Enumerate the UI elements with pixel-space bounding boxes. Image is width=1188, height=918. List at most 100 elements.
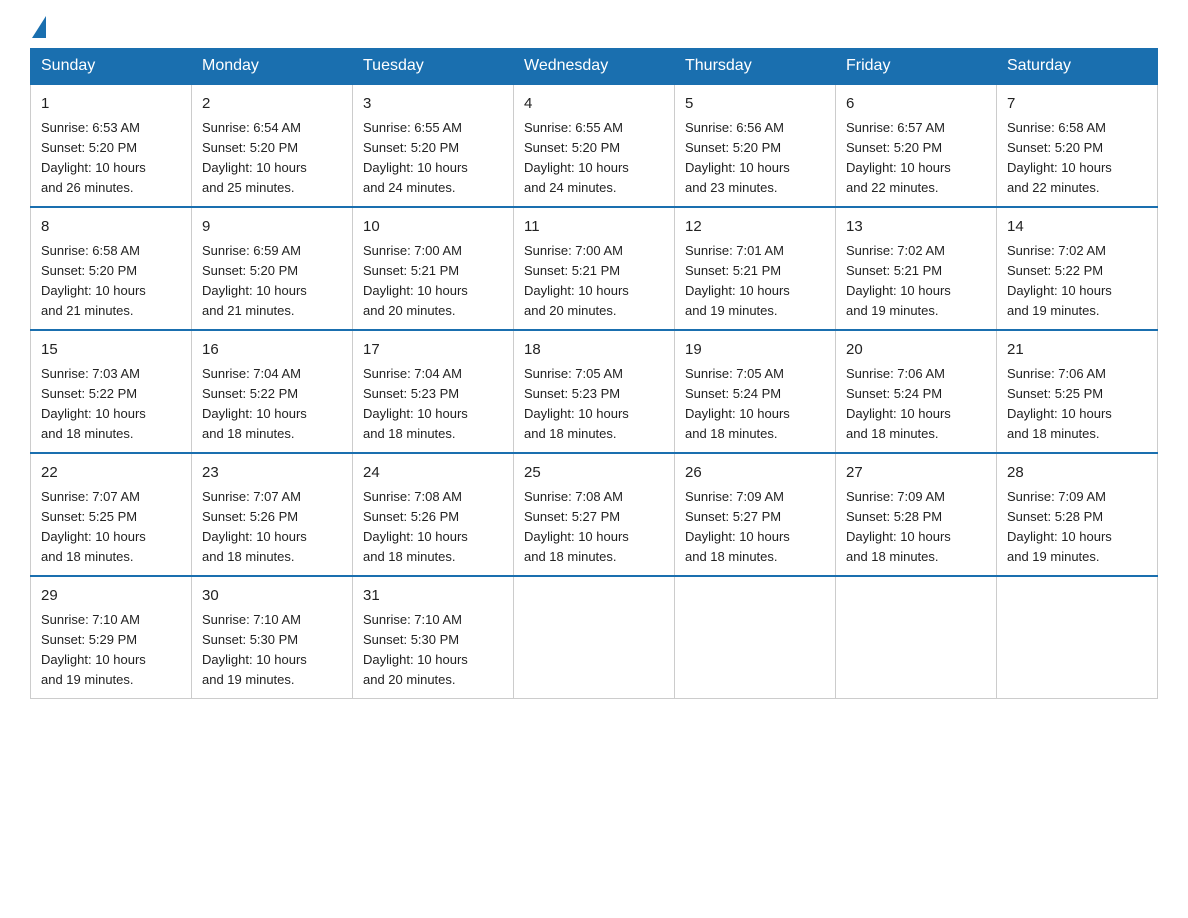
day-info: Sunrise: 7:07 AMSunset: 5:25 PMDaylight:… [41, 487, 181, 568]
calendar-cell: 5 Sunrise: 6:56 AMSunset: 5:20 PMDayligh… [675, 84, 836, 207]
day-number: 21 [1007, 339, 1147, 362]
day-number: 17 [363, 339, 503, 362]
day-info: Sunrise: 7:00 AMSunset: 5:21 PMDaylight:… [363, 241, 503, 322]
day-info: Sunrise: 6:57 AMSunset: 5:20 PMDaylight:… [846, 118, 986, 199]
day-info: Sunrise: 7:02 AMSunset: 5:21 PMDaylight:… [846, 241, 986, 322]
calendar-cell: 2 Sunrise: 6:54 AMSunset: 5:20 PMDayligh… [192, 84, 353, 207]
day-number: 23 [202, 462, 342, 485]
calendar-cell: 26 Sunrise: 7:09 AMSunset: 5:27 PMDaylig… [675, 453, 836, 576]
day-number: 18 [524, 339, 664, 362]
calendar-header-row: SundayMondayTuesdayWednesdayThursdayFrid… [31, 49, 1158, 85]
calendar-cell: 27 Sunrise: 7:09 AMSunset: 5:28 PMDaylig… [836, 453, 997, 576]
calendar-cell: 4 Sunrise: 6:55 AMSunset: 5:20 PMDayligh… [514, 84, 675, 207]
calendar-cell [997, 576, 1158, 699]
day-number: 31 [363, 585, 503, 608]
calendar-cell: 31 Sunrise: 7:10 AMSunset: 5:30 PMDaylig… [353, 576, 514, 699]
calendar-cell: 22 Sunrise: 7:07 AMSunset: 5:25 PMDaylig… [31, 453, 192, 576]
header-day-tuesday: Tuesday [353, 49, 514, 85]
header-day-thursday: Thursday [675, 49, 836, 85]
day-number: 27 [846, 462, 986, 485]
calendar-cell: 18 Sunrise: 7:05 AMSunset: 5:23 PMDaylig… [514, 330, 675, 453]
calendar-cell: 15 Sunrise: 7:03 AMSunset: 5:22 PMDaylig… [31, 330, 192, 453]
day-info: Sunrise: 6:53 AMSunset: 5:20 PMDaylight:… [41, 118, 181, 199]
day-info: Sunrise: 6:54 AMSunset: 5:20 PMDaylight:… [202, 118, 342, 199]
calendar-week-row: 1 Sunrise: 6:53 AMSunset: 5:20 PMDayligh… [31, 84, 1158, 207]
day-number: 6 [846, 93, 986, 116]
day-number: 15 [41, 339, 181, 362]
header-day-friday: Friday [836, 49, 997, 85]
calendar-cell: 19 Sunrise: 7:05 AMSunset: 5:24 PMDaylig… [675, 330, 836, 453]
day-info: Sunrise: 7:10 AMSunset: 5:29 PMDaylight:… [41, 610, 181, 691]
day-number: 12 [685, 216, 825, 239]
day-info: Sunrise: 7:09 AMSunset: 5:28 PMDaylight:… [846, 487, 986, 568]
day-info: Sunrise: 7:08 AMSunset: 5:27 PMDaylight:… [524, 487, 664, 568]
calendar-cell: 17 Sunrise: 7:04 AMSunset: 5:23 PMDaylig… [353, 330, 514, 453]
day-number: 22 [41, 462, 181, 485]
day-info: Sunrise: 7:04 AMSunset: 5:23 PMDaylight:… [363, 364, 503, 445]
calendar-cell: 6 Sunrise: 6:57 AMSunset: 5:20 PMDayligh… [836, 84, 997, 207]
day-number: 2 [202, 93, 342, 116]
day-number: 9 [202, 216, 342, 239]
day-info: Sunrise: 7:00 AMSunset: 5:21 PMDaylight:… [524, 241, 664, 322]
day-number: 20 [846, 339, 986, 362]
calendar-week-row: 8 Sunrise: 6:58 AMSunset: 5:20 PMDayligh… [31, 207, 1158, 330]
header-day-wednesday: Wednesday [514, 49, 675, 85]
calendar-cell: 10 Sunrise: 7:00 AMSunset: 5:21 PMDaylig… [353, 207, 514, 330]
day-info: Sunrise: 6:58 AMSunset: 5:20 PMDaylight:… [1007, 118, 1147, 199]
day-number: 26 [685, 462, 825, 485]
calendar-week-row: 22 Sunrise: 7:07 AMSunset: 5:25 PMDaylig… [31, 453, 1158, 576]
calendar-cell [514, 576, 675, 699]
day-info: Sunrise: 7:03 AMSunset: 5:22 PMDaylight:… [41, 364, 181, 445]
calendar-cell: 21 Sunrise: 7:06 AMSunset: 5:25 PMDaylig… [997, 330, 1158, 453]
calendar-cell: 16 Sunrise: 7:04 AMSunset: 5:22 PMDaylig… [192, 330, 353, 453]
calendar-cell: 3 Sunrise: 6:55 AMSunset: 5:20 PMDayligh… [353, 84, 514, 207]
day-info: Sunrise: 6:55 AMSunset: 5:20 PMDaylight:… [363, 118, 503, 199]
day-number: 4 [524, 93, 664, 116]
day-info: Sunrise: 7:05 AMSunset: 5:23 PMDaylight:… [524, 364, 664, 445]
calendar-cell: 24 Sunrise: 7:08 AMSunset: 5:26 PMDaylig… [353, 453, 514, 576]
day-number: 5 [685, 93, 825, 116]
calendar-cell: 28 Sunrise: 7:09 AMSunset: 5:28 PMDaylig… [997, 453, 1158, 576]
calendar-week-row: 15 Sunrise: 7:03 AMSunset: 5:22 PMDaylig… [31, 330, 1158, 453]
calendar-cell: 23 Sunrise: 7:07 AMSunset: 5:26 PMDaylig… [192, 453, 353, 576]
day-number: 11 [524, 216, 664, 239]
header-day-sunday: Sunday [31, 49, 192, 85]
calendar-cell: 11 Sunrise: 7:00 AMSunset: 5:21 PMDaylig… [514, 207, 675, 330]
calendar-cell: 30 Sunrise: 7:10 AMSunset: 5:30 PMDaylig… [192, 576, 353, 699]
day-number: 13 [846, 216, 986, 239]
calendar-cell: 7 Sunrise: 6:58 AMSunset: 5:20 PMDayligh… [997, 84, 1158, 207]
header-day-monday: Monday [192, 49, 353, 85]
day-info: Sunrise: 7:05 AMSunset: 5:24 PMDaylight:… [685, 364, 825, 445]
day-number: 24 [363, 462, 503, 485]
calendar-cell [836, 576, 997, 699]
day-number: 8 [41, 216, 181, 239]
calendar-cell: 29 Sunrise: 7:10 AMSunset: 5:29 PMDaylig… [31, 576, 192, 699]
day-number: 10 [363, 216, 503, 239]
calendar-cell: 1 Sunrise: 6:53 AMSunset: 5:20 PMDayligh… [31, 84, 192, 207]
day-info: Sunrise: 6:59 AMSunset: 5:20 PMDaylight:… [202, 241, 342, 322]
day-info: Sunrise: 7:01 AMSunset: 5:21 PMDaylight:… [685, 241, 825, 322]
day-number: 16 [202, 339, 342, 362]
day-info: Sunrise: 7:02 AMSunset: 5:22 PMDaylight:… [1007, 241, 1147, 322]
day-number: 25 [524, 462, 664, 485]
header-day-saturday: Saturday [997, 49, 1158, 85]
day-info: Sunrise: 7:08 AMSunset: 5:26 PMDaylight:… [363, 487, 503, 568]
logo [30, 20, 46, 38]
logo-triangle-icon [32, 16, 46, 38]
day-number: 28 [1007, 462, 1147, 485]
day-info: Sunrise: 6:58 AMSunset: 5:20 PMDaylight:… [41, 241, 181, 322]
calendar-cell: 12 Sunrise: 7:01 AMSunset: 5:21 PMDaylig… [675, 207, 836, 330]
day-info: Sunrise: 6:56 AMSunset: 5:20 PMDaylight:… [685, 118, 825, 199]
calendar-cell: 9 Sunrise: 6:59 AMSunset: 5:20 PMDayligh… [192, 207, 353, 330]
day-info: Sunrise: 7:10 AMSunset: 5:30 PMDaylight:… [202, 610, 342, 691]
calendar-cell: 25 Sunrise: 7:08 AMSunset: 5:27 PMDaylig… [514, 453, 675, 576]
day-number: 14 [1007, 216, 1147, 239]
day-number: 29 [41, 585, 181, 608]
calendar-cell: 8 Sunrise: 6:58 AMSunset: 5:20 PMDayligh… [31, 207, 192, 330]
day-info: Sunrise: 7:07 AMSunset: 5:26 PMDaylight:… [202, 487, 342, 568]
calendar-cell [675, 576, 836, 699]
calendar-cell: 14 Sunrise: 7:02 AMSunset: 5:22 PMDaylig… [997, 207, 1158, 330]
day-info: Sunrise: 7:10 AMSunset: 5:30 PMDaylight:… [363, 610, 503, 691]
day-number: 1 [41, 93, 181, 116]
page-header [30, 20, 1158, 38]
